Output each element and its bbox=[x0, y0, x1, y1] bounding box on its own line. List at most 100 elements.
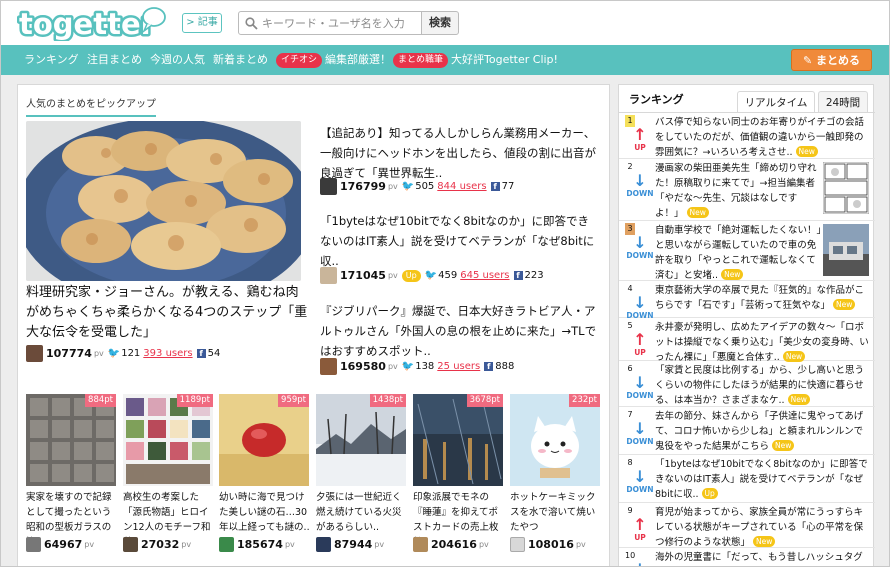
side-story-title[interactable]: 「1byteはなぜ10bitでなく8bitなのか」に即答できないのはIT素人」説… bbox=[320, 211, 600, 271]
chevron-right-icon: > bbox=[186, 17, 195, 28]
ranking-item-text: 「1byteはなぜ10bitでなく8bitなのか」に即答できないのはIT素人」説… bbox=[655, 459, 868, 500]
side-story-title[interactable]: 【追記あり】知ってる人しかしらん業務用メーカー、一般向けにヘッドホンを出したら、… bbox=[320, 123, 600, 183]
avatar[interactable] bbox=[219, 537, 234, 552]
ranking-item[interactable]: 8 ↓ DOWN 「1byteはなぜ10bitでなく8bitなのか」に即答できないのは… bbox=[619, 455, 875, 503]
ranking-item-title[interactable]: 漫画家の柴田亜美先生「締め切り守れた！原稿取りに来てで」→担当編集者「やだな～先… bbox=[655, 161, 825, 221]
avatar[interactable] bbox=[316, 537, 331, 552]
thumb-stats: 204616 pv bbox=[413, 537, 493, 552]
pickup-panel: 人気のまとめをピックアップ 料理研究家・ジョーさん。が教える、鶏むね肉がめちゃく… bbox=[17, 84, 610, 566]
ranking-item[interactable]: 3 ↓ DOWN 自動車学校で「絶対運転したくない！」と思いながら運転していたので車の… bbox=[619, 221, 875, 281]
pv-count: 171045 bbox=[340, 269, 386, 282]
thumb-title[interactable]: 夕張には一世紀近く燃え続けている火災があるらしい.. bbox=[316, 490, 408, 535]
new-badge: New bbox=[833, 299, 856, 310]
new-badge: New bbox=[686, 207, 709, 218]
ranking-item-title[interactable]: 育児が始まってから、家族全員が常にうっすらキレている状態がキープされている「心の… bbox=[655, 505, 869, 550]
avatar[interactable] bbox=[26, 537, 41, 552]
pv-label: pv bbox=[478, 540, 489, 549]
tweet-count: 138 bbox=[415, 361, 435, 372]
ranking-item-title[interactable]: 東京藝術大学の卒展で見た『狂気的』な作品がこちらです「石です」「芸術って狂気やな… bbox=[655, 283, 869, 313]
pv-count: 107774 bbox=[46, 347, 92, 360]
avatar[interactable] bbox=[26, 345, 43, 362]
facebook-icon: f bbox=[490, 182, 500, 191]
create-matome-button[interactable]: ✎ まとめる bbox=[791, 49, 872, 71]
nav-item-togetter-clip[interactable]: まとめ職筆 大好評Togetter Clip! bbox=[393, 45, 558, 75]
avatar[interactable] bbox=[510, 537, 525, 552]
editors-pick-badge: イチオシ bbox=[276, 53, 323, 68]
ranking-item-text: 「家賃と民度は比例する」から、少し高いと思うくらいの物件にしたほうが結果的に快適… bbox=[655, 365, 865, 406]
rank-direction-label: DOWN bbox=[626, 391, 654, 400]
tab-24h[interactable]: 24時間 bbox=[818, 91, 868, 113]
pv-count: 169580 bbox=[340, 360, 386, 373]
hatena-users-link[interactable]: 645 users bbox=[460, 270, 509, 281]
thumb-stats: 108016 pv bbox=[510, 537, 590, 552]
thumb-title[interactable]: 幼い時に海で見つけた美しい謎の石…30年以上経っても謎の.. bbox=[219, 490, 311, 535]
ranking-item[interactable]: 1 ↑ UP バス停で知らない同士のお年寄りがイチゴの会話をしていたのだが、価値観の違… bbox=[619, 113, 875, 159]
kiji-button[interactable]: > 記事 bbox=[182, 13, 222, 33]
pencil-icon: ✎ bbox=[802, 54, 813, 67]
rank-direction-label: DOWN bbox=[626, 251, 654, 260]
search-input[interactable] bbox=[262, 16, 412, 30]
rank-direction-label: UP bbox=[634, 348, 646, 357]
pickup-heading: 人気のまとめをピックアップ bbox=[26, 95, 156, 117]
avatar[interactable] bbox=[320, 178, 337, 195]
nav-item-ranking[interactable]: ランキング bbox=[24, 45, 79, 75]
featured-title[interactable]: 料理研究家・ジョーさん。が教える、鶏むね肉がめちゃくちゃ柔らかくなる4つのステッ… bbox=[26, 283, 311, 343]
ranking-item[interactable]: 4 ↓ DOWN 東京藝術大学の卒展で見た『狂気的』な作品がこちらです「石です」「芸術… bbox=[619, 281, 875, 320]
avatar[interactable] bbox=[123, 537, 138, 552]
ranking-item[interactable]: 6 ↓ DOWN 「家賃と民度は比例する」から、少し高いと思うくらいの物件にしたほうが… bbox=[619, 361, 875, 407]
pv-label: pv bbox=[284, 540, 295, 549]
hatena-users-link[interactable]: 25 users bbox=[437, 361, 480, 372]
thumb-stats: 87944 pv bbox=[316, 537, 388, 552]
clip-label: 大好評Togetter Clip! bbox=[451, 53, 558, 66]
rank-direction-label: DOWN bbox=[626, 189, 654, 198]
ranking-thumbnail[interactable] bbox=[823, 224, 869, 276]
pv-count: 185674 bbox=[237, 538, 283, 551]
facebook-count: 223 bbox=[524, 270, 544, 281]
point-badge: 232pt bbox=[569, 394, 600, 407]
thumb-title[interactable]: ホットケーキミックスを水で溶いて焼いたやつ bbox=[510, 490, 602, 535]
ranking-thumbnail[interactable] bbox=[823, 162, 869, 214]
nav-item-weekly[interactable]: 今週の人気 bbox=[150, 45, 205, 75]
kiji-label: 記事 bbox=[197, 17, 218, 28]
avatar[interactable] bbox=[320, 358, 337, 375]
side-story-title[interactable]: 『ジブリパーク』爆誕で、日本大好きラトビア人・アルトゥルさん「外国人の息の根を止… bbox=[320, 301, 600, 361]
ranking-item[interactable]: 10↓DOWN海外の児童書に「だって、もう昔しハッシュタグ bbox=[619, 548, 875, 566]
togetter-logo[interactable]: togetter togetter bbox=[17, 5, 167, 41]
ranking-item[interactable]: 9 ↑ UP 育児が始まってから、家族全員が常にうっすらキレている状態がキープされてい… bbox=[619, 503, 875, 548]
ranking-item-title[interactable]: 去年の節分、妹さんから「子供達に鬼やってあげて、コロナ怖いから少しね」と頼まれル… bbox=[655, 409, 869, 454]
nav-bar: ランキング 注目まとめ 今週の人気 新着まとめ イチオシ 編集部厳選！ まとめ職筆… bbox=[1, 45, 889, 75]
arrow-down-icon: ↓ bbox=[633, 233, 647, 252]
pv-label: pv bbox=[575, 540, 586, 549]
avatar[interactable] bbox=[413, 537, 428, 552]
ranking-item-title[interactable]: 永井豪が発明し、広めたアイデアの数々～「ロボットは操縦でなく乗り込む」「美少女の… bbox=[655, 320, 869, 365]
ranking-item-title[interactable]: 海外の児童書に「だって、もう昔しハッシュタグ bbox=[655, 550, 869, 565]
avatar[interactable] bbox=[320, 267, 337, 284]
tab-realtime[interactable]: リアルタイム bbox=[737, 91, 815, 113]
ranking-item[interactable]: 5 ↑ UP 永井豪が発明し、広めたアイデアの数々～「ロボットは操縦でなく乗り込む」「… bbox=[619, 318, 875, 363]
pv-count: 108016 bbox=[528, 538, 574, 551]
pv-label: pv bbox=[387, 182, 398, 191]
pv-label: pv bbox=[181, 540, 192, 549]
pv-label: pv bbox=[374, 540, 385, 549]
create-matome-label: まとめる bbox=[816, 54, 861, 67]
ranking-item[interactable]: 7 ↓ DOWN 去年の節分、妹さんから「子供達に鬼やってあげて、コロナ怖いから少しね… bbox=[619, 407, 875, 455]
nav-item-featured[interactable]: 注目まとめ bbox=[87, 45, 142, 75]
ranking-item-title[interactable]: 「家賃と民度は比例する」から、少し高いと思うくらいの物件にしたほうが結果的に快適… bbox=[655, 363, 869, 408]
facebook-icon: f bbox=[196, 349, 206, 358]
featured-image[interactable] bbox=[26, 121, 301, 281]
nav-item-editors-pick[interactable]: イチオシ 編集部厳選！ bbox=[276, 45, 391, 75]
ranking-item[interactable]: 2 ↓ DOWN 漫画家の柴田亜美先生「締め切り守れた！原稿取りに来てで」→担当編集者… bbox=[619, 159, 875, 221]
side-story-stats: 176799 pv 🐦 505 844 users f 77 bbox=[320, 178, 514, 195]
thumb-stats: 27032 pv bbox=[123, 537, 195, 552]
rank-direction-label: DOWN bbox=[626, 437, 654, 446]
nav-item-new[interactable]: 新着まとめ bbox=[213, 45, 268, 75]
point-badge: 3678pt bbox=[466, 394, 503, 407]
pv-count: 64967 bbox=[44, 538, 83, 551]
ranking-item-title[interactable]: 「1byteはなぜ10bitでなく8bitなのか」に即答できないのはIT素人」説… bbox=[655, 457, 869, 502]
search-button[interactable]: 検索 bbox=[421, 11, 459, 35]
ranking-item-title[interactable]: バス停で知らない同士のお年寄りがイチゴの会話をしていたのだが、価値観の違いから一… bbox=[655, 115, 869, 160]
ranking-item-title[interactable]: 自動車学校で「絶対運転したくない！」と思いながら運転していたので車の免許を取り「… bbox=[655, 223, 825, 283]
hatena-users-link[interactable]: 393 users bbox=[143, 348, 192, 359]
point-badge: 1189pt bbox=[176, 394, 213, 407]
hatena-users-link[interactable]: 844 users bbox=[437, 181, 486, 192]
